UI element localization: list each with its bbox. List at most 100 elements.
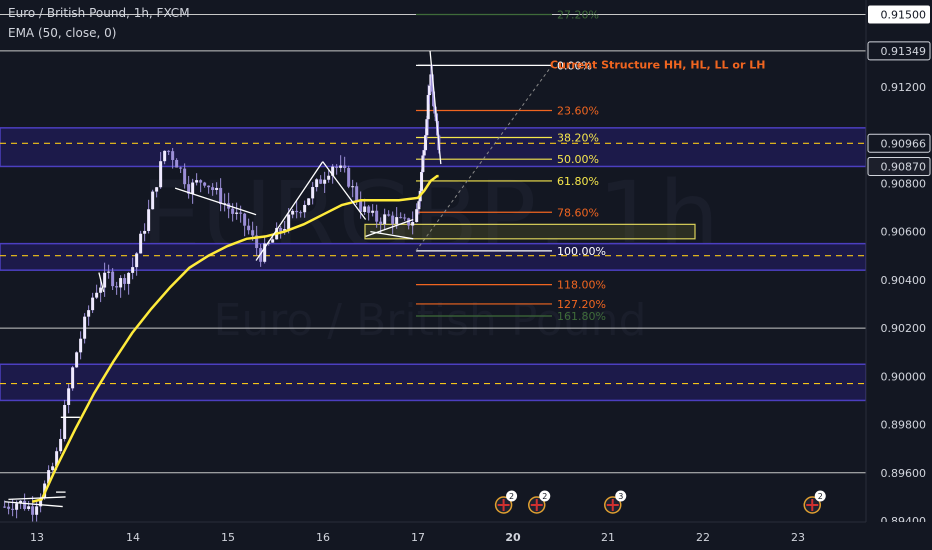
candle-body [31, 506, 35, 515]
candle-body [420, 171, 424, 191]
candle-body [347, 168, 351, 187]
price-tick-label: 0.90600 [881, 226, 927, 239]
candle-body [203, 182, 207, 186]
price-tick-label: 0.89600 [881, 467, 927, 480]
price-highlight-label: 0.91349 [881, 45, 927, 58]
price-tick-label: 0.91200 [881, 81, 927, 94]
candle-body [163, 150, 167, 162]
candle-body [311, 187, 315, 199]
candle-body [51, 466, 55, 471]
fib-level-label: 78.60% [557, 206, 599, 219]
candle-body [315, 179, 319, 188]
candle-body [147, 209, 151, 231]
candle-body [291, 210, 295, 215]
fib-level-label: 100.00% [557, 245, 606, 258]
symbol-legend[interactable]: Euro / British Pound, 1h, FXCM [8, 6, 190, 20]
candle-body [287, 214, 291, 230]
candle-body [207, 185, 211, 188]
candle-body [103, 272, 107, 288]
candle-body [415, 209, 419, 223]
fib-level-label: 50.00% [557, 153, 599, 166]
candle-body [395, 217, 399, 224]
supply-demand-zone [0, 363, 867, 402]
candle-body [231, 208, 235, 214]
candle-body [95, 292, 99, 298]
structure-annotation: Current Structure HH, HL, LL or LH [550, 58, 765, 71]
candle-body [23, 500, 27, 509]
price-tick-label: 0.89800 [881, 419, 927, 432]
candle-body [71, 367, 75, 389]
event-count: 2 [818, 492, 823, 501]
candle-body [63, 405, 67, 439]
candle-body [363, 206, 367, 212]
price-tick-label: 0.90800 [881, 177, 927, 190]
candle-body [35, 506, 39, 515]
candle-body [87, 310, 91, 317]
candle-body [179, 167, 183, 169]
candle-body [83, 316, 87, 339]
candle-body [335, 166, 339, 168]
fib-level-label: 127.20% [557, 298, 606, 311]
time-tick-label: 13 [30, 531, 44, 544]
candle-body [319, 179, 323, 184]
time-tick-label: 15 [221, 531, 235, 544]
candle-body [199, 180, 203, 183]
fib-zone-box [364, 223, 696, 240]
candle-body [243, 213, 247, 226]
candle-body [215, 187, 219, 190]
candle-body [27, 506, 31, 509]
supply-demand-zone [0, 127, 867, 168]
candle-body [99, 287, 103, 293]
candle-body [159, 161, 163, 188]
candle-body [7, 506, 11, 509]
candle-body [67, 388, 71, 406]
candle-body [79, 338, 83, 353]
candle-body [131, 267, 135, 273]
candle-body [167, 150, 171, 152]
time-tick-label: 20 [505, 531, 521, 544]
candle-body [127, 272, 131, 284]
candle-body [351, 186, 355, 188]
candle-body [135, 253, 139, 268]
candle-body [399, 217, 403, 219]
ema-legend[interactable]: EMA (50, close, 0) [8, 26, 116, 40]
candle-body [371, 210, 375, 213]
time-tick-label: 17 [411, 531, 425, 544]
candle-body [387, 214, 391, 216]
candle-body [15, 503, 19, 510]
candle-body [339, 165, 343, 168]
price-tick-label: 0.90400 [881, 274, 927, 287]
price-tick-label: 0.90200 [881, 322, 927, 335]
fib-level-label: 27.20% [557, 8, 599, 21]
time-tick-label: 22 [696, 531, 710, 544]
event-count: 3 [618, 492, 623, 501]
candle-body [391, 215, 395, 224]
candle-body [11, 508, 15, 510]
candle-body [211, 187, 215, 190]
candle-body [383, 214, 387, 225]
candle-body [175, 159, 179, 168]
candle-body [111, 271, 115, 287]
candle-body [327, 175, 331, 180]
chart-background [0, 0, 932, 550]
candle-body [355, 186, 359, 202]
candle-body [307, 198, 311, 205]
candle-body [343, 165, 347, 169]
candle-body [115, 286, 119, 288]
price-highlight-label: 0.90870 [881, 160, 927, 173]
candle-body [3, 506, 7, 508]
fib-level-label: 161.80% [557, 310, 606, 323]
candle-body [123, 278, 127, 284]
event-count: 2 [542, 492, 547, 501]
fib-level-label: 23.60% [557, 104, 599, 117]
price-chart[interactable]: EURGBP, 1hEuro / British Pound27.20%0.00… [0, 0, 932, 550]
price-highlight-label: 0.91500 [881, 8, 927, 21]
candle-body [303, 204, 307, 213]
candle-body [143, 230, 147, 234]
price-tick-label: 0.90000 [881, 370, 927, 383]
time-tick-label: 14 [126, 531, 140, 544]
candle-body [91, 297, 95, 311]
event-count: 2 [509, 492, 514, 501]
supply-demand-zone [0, 242, 867, 271]
candle-body [295, 210, 299, 213]
